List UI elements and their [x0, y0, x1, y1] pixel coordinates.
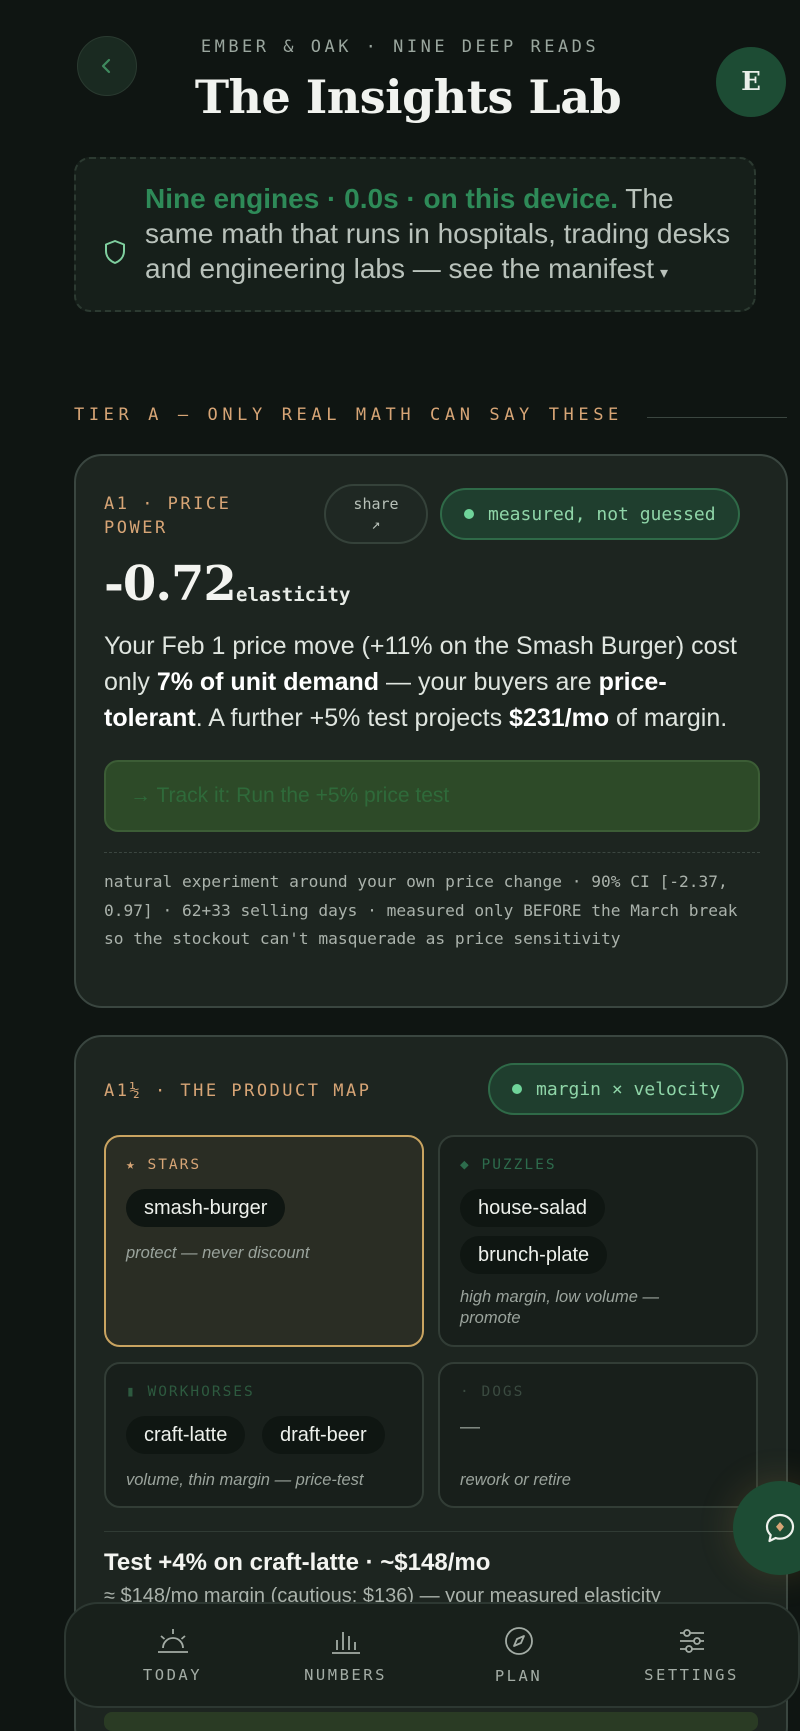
sliders-icon: [679, 1629, 704, 1653]
summary-text: of margin.: [609, 704, 728, 732]
bottom-nav: TODAY NUMBERS PLAN SETTINGS: [64, 1602, 800, 1708]
card-label-line-1: A1 · PRICE: [104, 494, 232, 514]
nav-item-settings[interactable]: SETTINGS: [617, 1626, 767, 1684]
quadrant-puzzles: ◆ PUZZLES house-salad brunch-plate high …: [438, 1135, 758, 1347]
elasticity-value: -0.72: [104, 556, 237, 612]
badge-label: measured, not guessed: [488, 503, 716, 525]
card-divider: [104, 1531, 760, 1532]
chat-icon: [765, 1513, 795, 1543]
quadrant-workhorses: ▮ WORKHORSES craft-latte draft-beer volu…: [104, 1362, 424, 1508]
insight-card-price-power: A1 · PRICE POWER share ↗ measured, not g…: [74, 454, 788, 1008]
empty-placeholder: —: [460, 1416, 480, 1438]
nav-item-plan[interactable]: PLAN: [444, 1625, 594, 1685]
margin-velocity-badge: margin × velocity: [488, 1063, 745, 1115]
nav-label: TODAY: [142, 1666, 203, 1684]
quadrant-title: · DOGS: [460, 1384, 525, 1400]
product-chip[interactable]: craft-latte: [126, 1416, 246, 1454]
avatar[interactable]: E: [716, 47, 786, 117]
card-label: A1½ · THE PRODUCT MAP: [104, 1081, 372, 1101]
bar-chart-icon: [331, 1632, 360, 1654]
track-price-test-button[interactable]: → Track it: Run the +5% price test: [104, 760, 760, 832]
product-chip[interactable]: draft-beer: [262, 1416, 385, 1454]
recommendation-headline: Test +4% on craft-latte · ~$148/mo: [104, 1549, 491, 1576]
sunrise-icon: [157, 1629, 188, 1653]
summary-text: — your buyers are: [379, 668, 599, 696]
quadrant-title: ★ STARS: [126, 1157, 202, 1173]
quadrant-stars: ★ STARS smash-burger protect — never dis…: [104, 1135, 424, 1347]
page-title: The Insights Lab: [194, 70, 622, 124]
share-label: share: [353, 495, 399, 513]
summary-text: . A further +5% test projects: [195, 704, 510, 732]
elasticity-unit: elasticity: [236, 584, 351, 606]
product-chip[interactable]: house-salad: [460, 1189, 605, 1227]
quadrant-title: ▮ WORKHORSES: [126, 1384, 255, 1400]
quadrant-dogs: · DOGS — rework or retire: [438, 1362, 758, 1508]
share-button[interactable]: share ↗: [324, 484, 428, 544]
summary-emphasis: $231/mo: [509, 704, 610, 732]
nav-label: PLAN: [494, 1667, 543, 1685]
shield-icon: [105, 240, 125, 264]
quadrant-note: protect — never discount: [126, 1244, 310, 1262]
caret-down-icon[interactable]: ▾: [660, 265, 668, 282]
nav-item-today[interactable]: TODAY: [98, 1626, 248, 1684]
summary-emphasis: 7% of unit demand: [156, 668, 380, 696]
nav-item-numbers[interactable]: NUMBERS: [271, 1626, 421, 1684]
section-heading-tier-a: TIER A — ONLY REAL MATH CAN SAY THESE: [74, 405, 623, 425]
manifest-text: Nine engines · 0.0s · on this device. Th…: [145, 181, 745, 291]
status-dot-icon: [512, 1084, 522, 1094]
methodology-footnote: natural experiment around your own price…: [104, 872, 738, 948]
quadrant-note: high margin, low volume — promote: [460, 1288, 659, 1327]
card-divider: [104, 852, 760, 853]
card-label-line-2: POWER: [104, 518, 168, 538]
insight-summary: Your Feb 1 price move (+11% on the Smash…: [104, 628, 764, 736]
quadrant-title: ◆ PUZZLES: [460, 1157, 557, 1173]
manifest-banner[interactable]: Nine engines · 0.0s · on this device. Th…: [74, 157, 756, 312]
badge-label: margin × velocity: [536, 1078, 721, 1100]
card-label: A1 · PRICE POWER: [104, 492, 231, 540]
manifest-highlight: Nine engines · 0.0s · on this device.: [145, 183, 619, 214]
measured-badge: measured, not guessed: [440, 488, 740, 540]
compass-icon: [504, 1627, 533, 1655]
status-dot-icon: [464, 509, 474, 519]
partial-cta-strip: [104, 1712, 758, 1731]
quadrant-note: volume, thin margin — price-test: [126, 1471, 364, 1489]
nav-label: NUMBERS: [304, 1666, 387, 1684]
nav-label: SETTINGS: [644, 1666, 739, 1684]
quadrant-note: rework or retire: [460, 1471, 571, 1489]
page-kicker: EMBER & OAK · NINE DEEP READS: [200, 37, 600, 57]
product-chip[interactable]: brunch-plate: [460, 1236, 608, 1274]
product-chip[interactable]: smash-burger: [126, 1189, 286, 1227]
share-arrow-icon: ↗: [371, 515, 381, 533]
section-divider: [647, 417, 787, 418]
